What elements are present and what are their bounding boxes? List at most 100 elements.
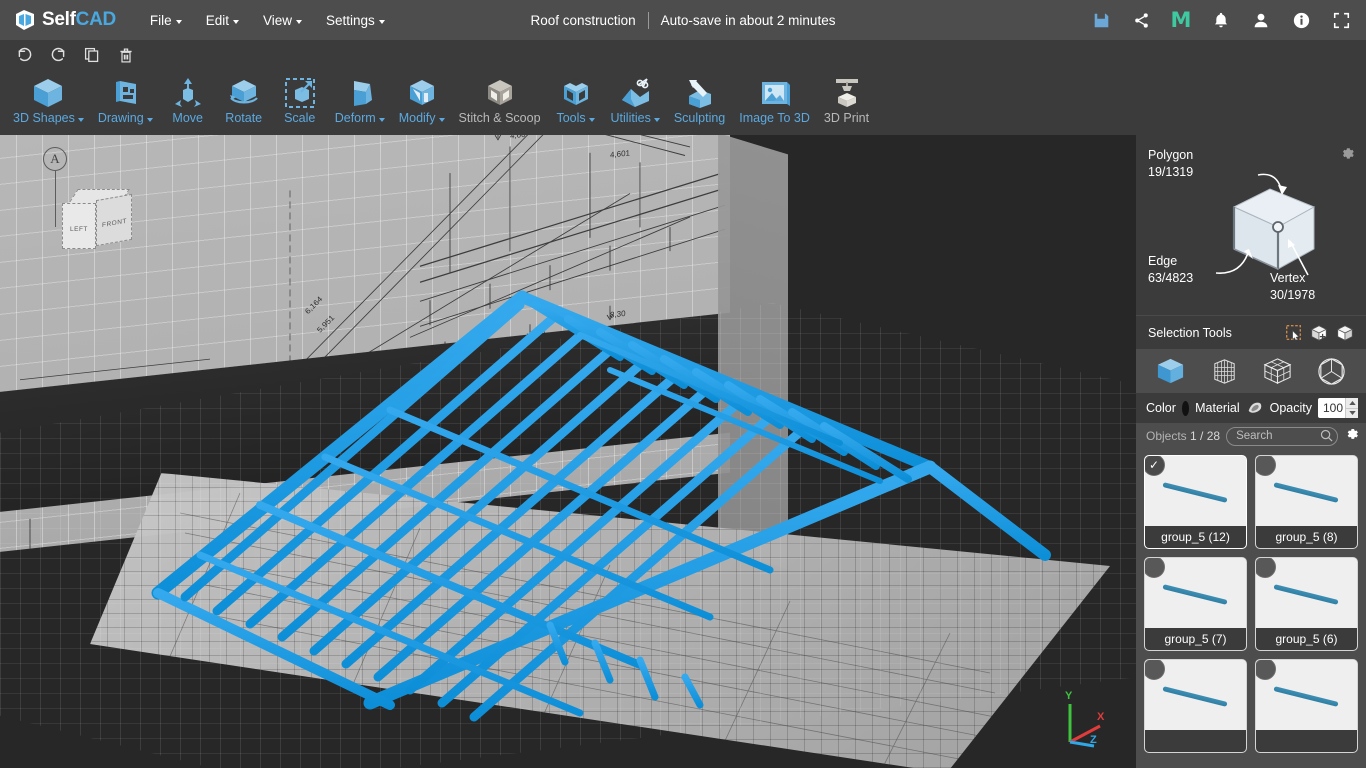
mesh-stats-box: Polygon 19/1319 Edge 63/4823 Vertex 30/1… — [1136, 135, 1366, 315]
check-icon: ✓ — [1148, 458, 1160, 472]
save-icon[interactable] — [1086, 5, 1116, 35]
tool-deform[interactable]: Deform — [328, 70, 392, 132]
undo-toolbar — [0, 40, 1366, 70]
objects-title-label: Objects — [1146, 429, 1187, 443]
tool-tools-label: Tools — [556, 112, 595, 125]
chevron-down-icon — [653, 117, 660, 122]
menu-edit[interactable]: Edit — [194, 9, 251, 32]
tool-rotate[interactable]: Rotate — [216, 70, 272, 132]
object-name: group_5 (12) — [1145, 526, 1246, 548]
fullscreen-icon[interactable] — [1326, 5, 1356, 35]
rotate-cube-icon — [227, 74, 261, 112]
copy-icon[interactable] — [76, 42, 108, 68]
opacity-increment[interactable] — [1346, 398, 1358, 409]
label-text: Utilities — [610, 111, 651, 125]
view-cube-left-face[interactable]: LEFT — [62, 203, 96, 249]
object-preview-line — [1273, 686, 1339, 707]
menu-settings[interactable]: Settings — [314, 9, 397, 32]
object-card[interactable]: ✓ group_5 (12) — [1144, 455, 1247, 549]
axis-gizmo[interactable]: Y X Z — [1056, 690, 1112, 750]
menu-settings-label: Settings — [325, 12, 375, 28]
notifications-bell-icon[interactable] — [1206, 5, 1236, 35]
view-cube-letter: A — [43, 147, 67, 171]
vertex-mode-icon[interactable] — [1207, 354, 1241, 388]
tools-cube-icon — [559, 74, 593, 112]
document-title: Roof construction — [530, 12, 636, 28]
chevron-down-icon — [438, 117, 445, 122]
tool-move[interactable]: Move — [160, 70, 216, 132]
mail-m-icon[interactable]: M — [1166, 5, 1196, 35]
view-cube-stem — [54, 171, 56, 227]
color-swatch[interactable] — [1181, 400, 1190, 416]
object-preview-line — [1273, 482, 1339, 503]
image-to-3d-icon — [758, 74, 792, 112]
svg-text:4,60: 4,60 — [510, 135, 526, 141]
material-sphere-icon[interactable] — [1246, 399, 1264, 417]
chevron-down-icon — [295, 19, 302, 24]
drawing-board-icon — [108, 74, 142, 112]
object-card[interactable] — [1144, 659, 1247, 753]
object-card[interactable]: group_5 (8) — [1255, 455, 1358, 549]
selfcad-app: SelfCAD File Edit View Settings Roof con… — [0, 0, 1366, 768]
rectangle-select-icon[interactable] — [1280, 320, 1306, 346]
tool-ribbon: 3D Shapes Drawing Move Rotate Scale Defo… — [0, 70, 1366, 180]
tool-3d-shapes-label: 3D Shapes — [13, 112, 84, 125]
axis-x-label: X — [1097, 711, 1105, 723]
object-card[interactable]: group_5 (6) — [1255, 557, 1358, 651]
objects-search-input[interactable] — [1226, 426, 1338, 446]
object-name: group_5 (8) — [1256, 526, 1357, 548]
info-icon[interactable] — [1286, 5, 1316, 35]
user-account-icon[interactable] — [1246, 5, 1276, 35]
add-selection-icon[interactable] — [1306, 320, 1332, 346]
redo-icon[interactable] — [42, 42, 74, 68]
tool-drawing[interactable]: Drawing — [91, 70, 160, 132]
menu-file[interactable]: File — [138, 9, 194, 32]
mail-m-label: M — [1170, 7, 1192, 32]
delete-icon[interactable] — [110, 42, 142, 68]
opacity-spinner[interactable] — [1345, 398, 1358, 418]
invert-selection-icon[interactable] — [1332, 320, 1358, 346]
share-icon[interactable] — [1126, 5, 1156, 35]
tool-3d-print-label: 3D Print — [823, 111, 870, 125]
polygon-mode-icon[interactable] — [1261, 354, 1295, 388]
tool-3d-shapes[interactable]: 3D Shapes — [6, 70, 91, 132]
object-card[interactable]: group_5 (7) — [1144, 557, 1247, 651]
view-cube-box[interactable]: LEFT FRONT — [62, 189, 134, 251]
tool-tools[interactable]: Tools — [548, 70, 604, 132]
stats-gear-icon[interactable] — [1339, 145, 1356, 167]
tool-scale[interactable]: Scale — [272, 70, 328, 132]
objects-gear-icon[interactable] — [1344, 426, 1360, 447]
object-mode-icon[interactable] — [1154, 354, 1188, 388]
view-cube[interactable]: A LEFT FRONT — [40, 145, 150, 260]
edge-label: Edge — [1148, 254, 1178, 268]
view-cube-front-face[interactable]: FRONT — [96, 193, 132, 247]
menu-view[interactable]: View — [251, 9, 314, 32]
autosave-status: Auto-save in about 2 minutes — [660, 12, 836, 28]
opacity-input[interactable] — [1318, 398, 1345, 418]
tool-stitch-and-scoop[interactable]: Stitch & Scoop — [452, 70, 548, 132]
edge-mode-icon[interactable] — [1314, 354, 1348, 388]
chevron-down-icon — [378, 117, 385, 122]
object-name: group_5 (6) — [1256, 628, 1357, 650]
tool-image-to-3d-label: Image To 3D — [739, 111, 810, 125]
opacity-decrement[interactable] — [1346, 408, 1358, 418]
objects-grid[interactable]: ✓ group_5 (12) group_5 (8) group_5 (7) g… — [1136, 449, 1366, 768]
tool-sculpting[interactable]: Sculpting — [667, 70, 732, 132]
tool-modify[interactable]: Modify — [392, 70, 452, 132]
mesh-stats-cube-illustration — [1204, 163, 1329, 283]
axis-y-label: Y — [1065, 690, 1073, 702]
tool-3d-print[interactable]: 3D Print — [817, 70, 876, 132]
object-card[interactable] — [1255, 659, 1358, 753]
label-text: Drawing — [97, 111, 144, 125]
polygon-value: 19/1319 — [1148, 164, 1194, 179]
opacity-stepper[interactable] — [1318, 398, 1358, 418]
3d-viewport[interactable]: 6,164 5,951 1,069 8,30 8,30 4,627 4,60 4… — [0, 135, 1136, 768]
brand-cad: CAD — [75, 9, 117, 30]
tool-utilities-label: Utilities — [611, 112, 660, 125]
menu-bar: SelfCAD File Edit View Settings Roof con… — [0, 0, 1366, 40]
chevron-down-icon — [232, 19, 239, 24]
tool-utilities[interactable]: Utilities — [604, 70, 667, 132]
cube-icon — [31, 74, 65, 112]
tool-image-to-3d[interactable]: Image To 3D — [732, 70, 817, 132]
undo-icon[interactable] — [8, 42, 40, 68]
